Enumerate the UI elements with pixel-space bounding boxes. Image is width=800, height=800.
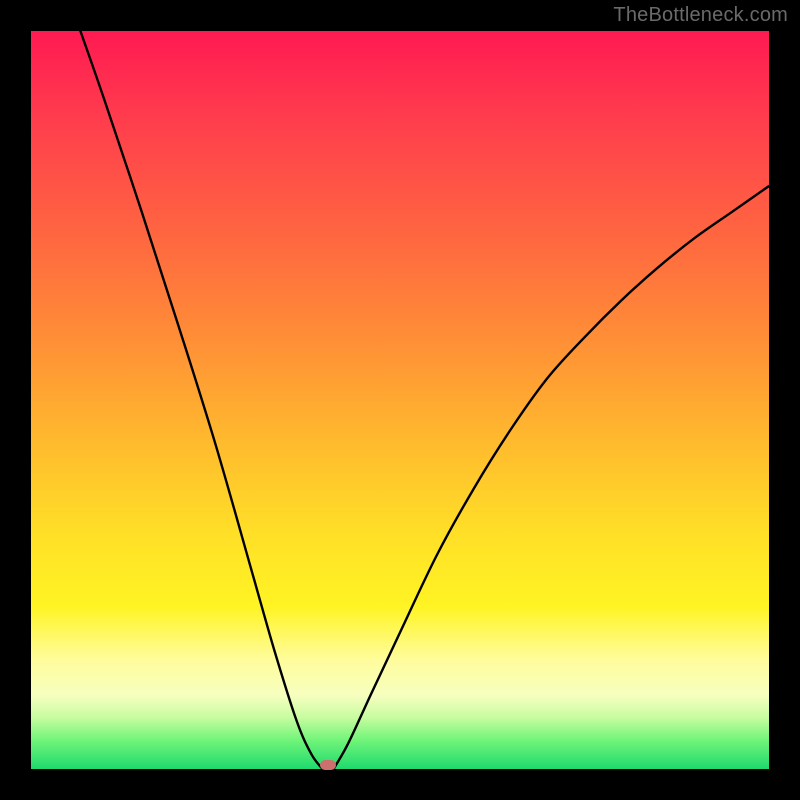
- plot-area: [31, 31, 769, 769]
- curve-path: [80, 31, 769, 769]
- watermark-text: TheBottleneck.com: [613, 4, 788, 27]
- chart-frame: TheBottleneck.com: [0, 0, 800, 800]
- optimal-point-marker: [320, 760, 336, 770]
- bottleneck-curve: [31, 31, 769, 769]
